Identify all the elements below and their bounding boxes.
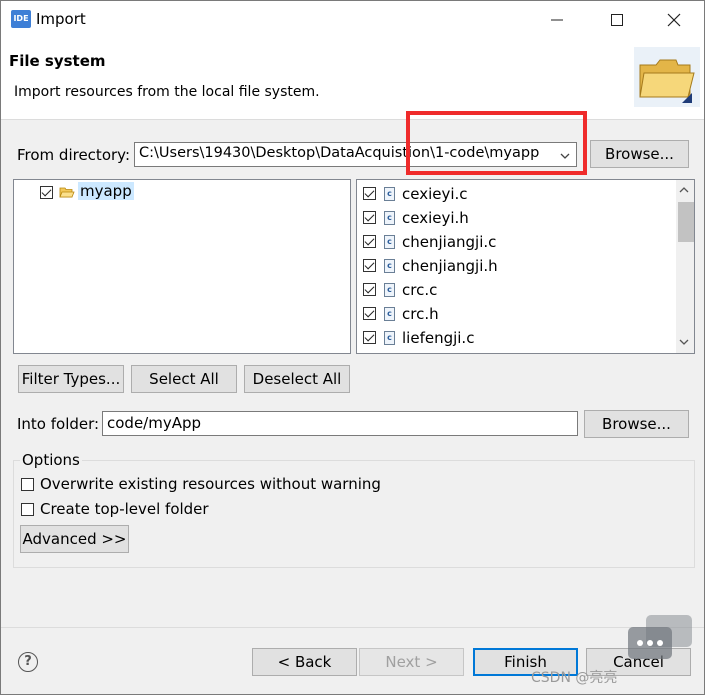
- c-file-icon: c: [384, 235, 395, 249]
- c-file-icon: c: [384, 211, 395, 225]
- file-name: crc.h: [402, 305, 439, 323]
- list-item[interactable]: c chenjiangji.c: [362, 232, 672, 254]
- watermark-text: CSDN @亮亮: [531, 670, 618, 686]
- list-item[interactable]: c cexieyi.h: [362, 208, 672, 230]
- chevron-down-icon[interactable]: [678, 338, 690, 346]
- c-file-icon: c: [384, 307, 395, 321]
- footer-separator: [1, 627, 704, 628]
- maximize-button[interactable]: [587, 1, 647, 39]
- title-bar: IDE Import: [1, 1, 704, 39]
- c-file-icon: c: [384, 283, 395, 297]
- select-all-button[interactable]: Select All: [131, 365, 237, 393]
- folder-banner-icon: [634, 47, 700, 107]
- file-checkbox[interactable]: [363, 259, 376, 272]
- close-icon: [667, 13, 681, 27]
- from-directory-label: From directory:: [17, 146, 130, 164]
- file-name: liefengji.c: [402, 329, 475, 347]
- filter-types-button[interactable]: Filter Types...: [18, 365, 124, 393]
- file-checkbox[interactable]: [363, 235, 376, 248]
- file-checkbox[interactable]: [363, 307, 376, 320]
- highlight-box: [406, 111, 587, 175]
- list-item[interactable]: c crc.c: [362, 280, 672, 302]
- create-top-level-checkbox[interactable]: [21, 503, 34, 516]
- overwrite-label[interactable]: Overwrite existing resources without war…: [40, 475, 381, 493]
- page-description: Import resources from the local file sys…: [14, 84, 320, 100]
- tree-item-checkbox[interactable]: [40, 186, 53, 199]
- list-item[interactable]: c chenjiangji.h: [362, 256, 672, 278]
- c-file-icon: c: [384, 259, 395, 273]
- file-name: crc.c: [402, 281, 438, 299]
- chat-bubble-icon: [628, 615, 692, 659]
- from-directory-browse-button[interactable]: Browse...: [590, 140, 689, 168]
- chevron-up-icon[interactable]: [678, 186, 690, 194]
- file-checkbox[interactable]: [363, 283, 376, 296]
- wizard-header: File system Import resources from the lo…: [1, 39, 704, 120]
- options-title: Options: [20, 451, 82, 469]
- create-top-level-label[interactable]: Create top-level folder: [40, 500, 209, 518]
- ide-app-icon: IDE: [11, 10, 31, 28]
- tree-item-label[interactable]: myapp: [78, 182, 134, 200]
- file-name: chenjiangji.h: [402, 257, 498, 275]
- close-button[interactable]: [644, 1, 704, 39]
- c-file-icon: c: [384, 187, 395, 201]
- minimize-button[interactable]: [527, 1, 587, 39]
- file-list[interactable]: c cexieyi.c c cexieyi.h c chenjiangji.c …: [356, 179, 695, 354]
- file-checkbox[interactable]: [363, 331, 376, 344]
- file-name: cexieyi.h: [402, 209, 469, 227]
- page-title: File system: [9, 52, 106, 70]
- file-checkbox[interactable]: [363, 187, 376, 200]
- c-file-icon: c: [384, 331, 395, 345]
- back-button[interactable]: < Back: [252, 648, 357, 676]
- minimize-icon: [551, 19, 563, 21]
- list-item[interactable]: c cexieyi.c: [362, 184, 672, 206]
- folder-tree[interactable]: myapp: [13, 179, 351, 354]
- file-name: chenjiangji.c: [402, 233, 497, 251]
- help-icon[interactable]: ?: [18, 652, 38, 672]
- next-button[interactable]: Next >: [359, 648, 464, 676]
- file-list-scrollbar[interactable]: [676, 180, 694, 353]
- overwrite-checkbox[interactable]: [21, 478, 34, 491]
- into-folder-value: code/myApp: [107, 414, 202, 432]
- window-title: Import: [36, 10, 86, 28]
- maximize-icon: [611, 14, 623, 26]
- open-folder-icon: [59, 187, 75, 198]
- deselect-all-button[interactable]: Deselect All: [244, 365, 350, 393]
- list-item[interactable]: c liefengji.c: [362, 328, 672, 350]
- into-folder-browse-button[interactable]: Browse...: [584, 410, 689, 438]
- list-item[interactable]: c crc.h: [362, 304, 672, 326]
- file-checkbox[interactable]: [363, 211, 376, 224]
- into-folder-field[interactable]: code/myApp: [102, 411, 578, 436]
- file-name: cexieyi.c: [402, 185, 468, 203]
- scrollbar-thumb[interactable]: [678, 202, 694, 242]
- into-folder-label: Into folder:: [17, 415, 100, 433]
- advanced-button[interactable]: Advanced >>: [20, 525, 129, 553]
- import-dialog: IDE Import File system Import resources …: [0, 0, 705, 695]
